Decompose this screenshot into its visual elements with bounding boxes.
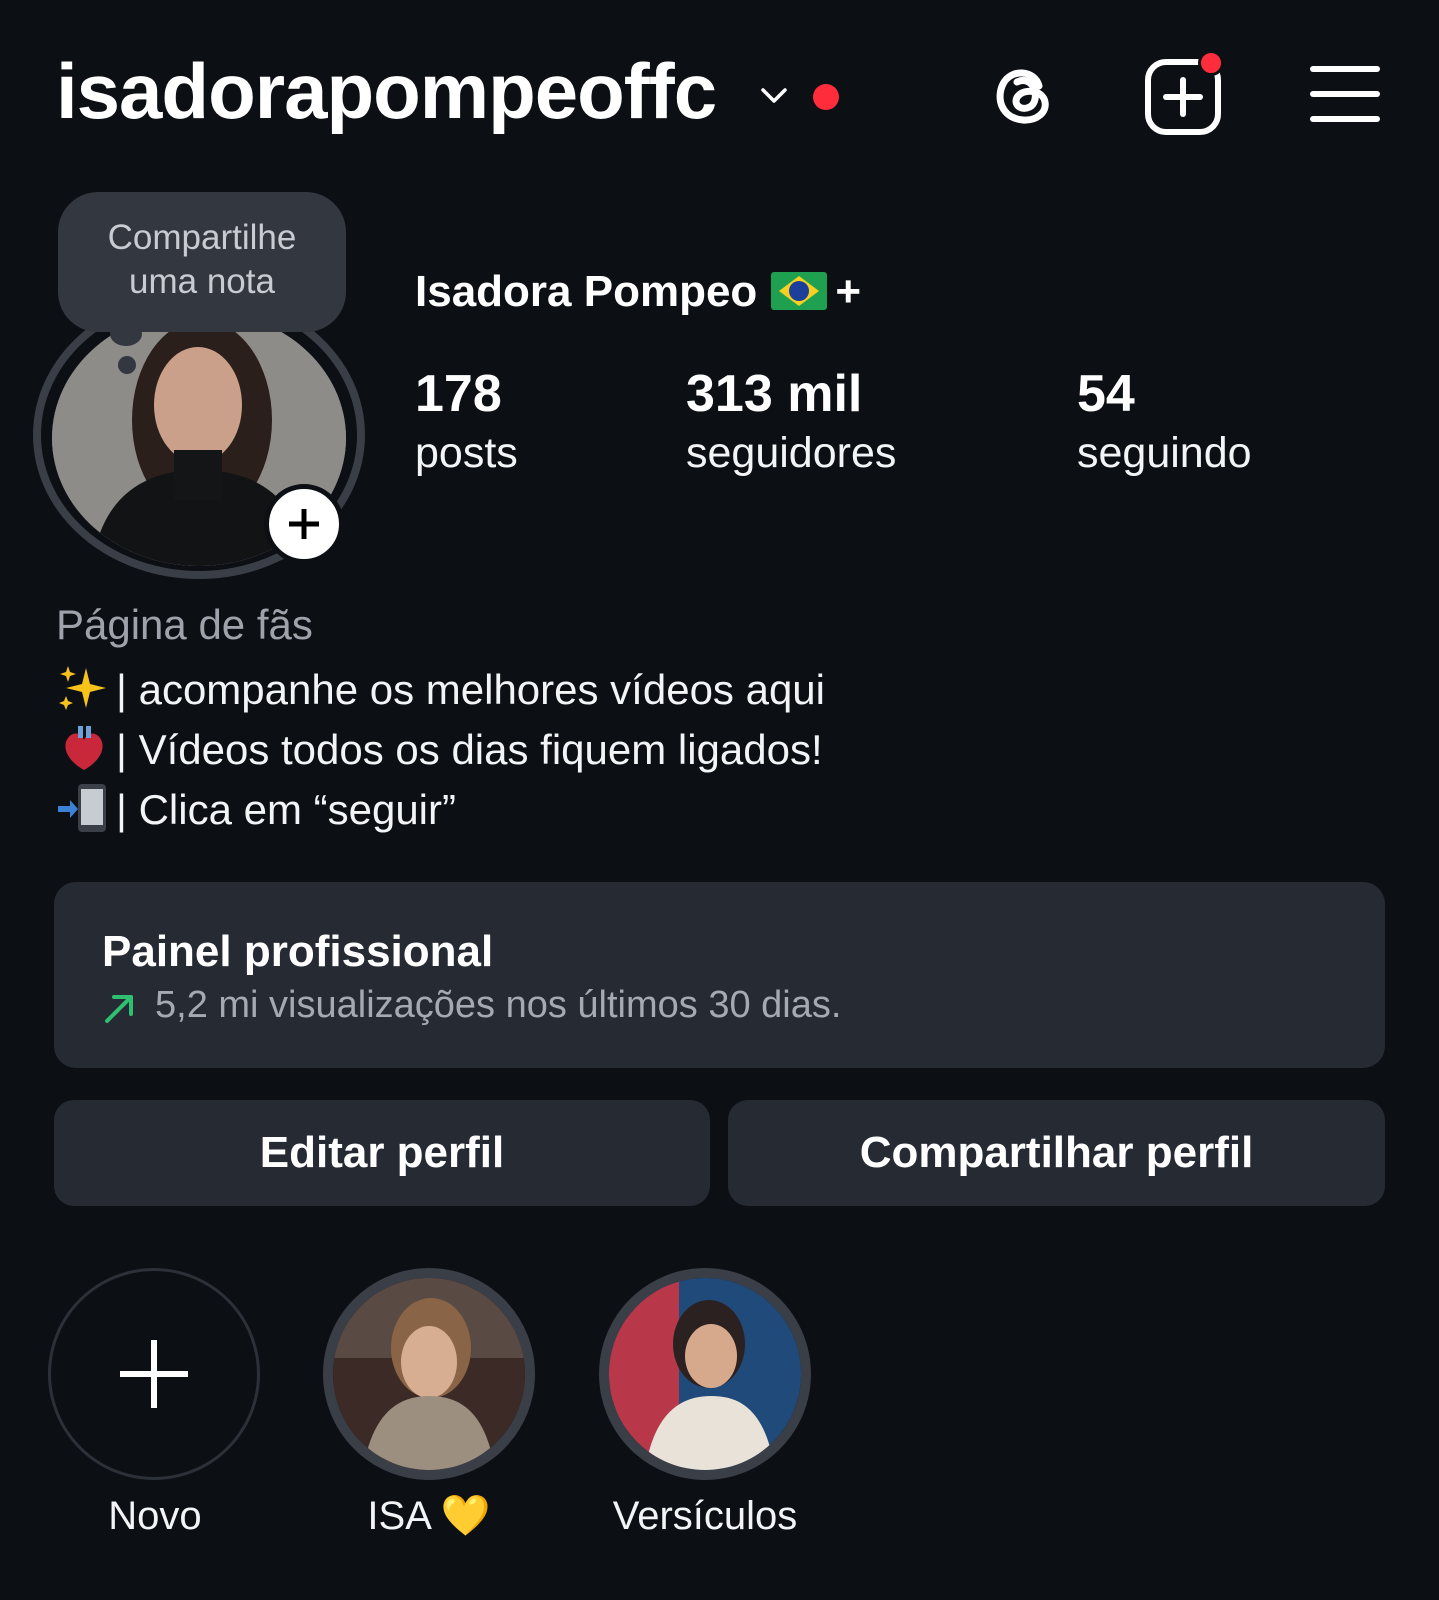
highlight-label-isa: ISA 💛 — [367, 1494, 491, 1538]
bio-line-1: | acompanhe os melhores vídeos aqui — [56, 664, 825, 712]
note-bubble-tail-dot — [118, 356, 136, 374]
bio-line-2-text: | Vídeos todos os dias fiquem ligados! — [116, 726, 823, 773]
anatomical-heart-icon — [65, 726, 103, 770]
brazil-flag-icon — [771, 272, 828, 310]
menu-icon[interactable] — [1310, 66, 1380, 122]
stat-following-value: 54 — [1077, 365, 1135, 423]
stat-followers[interactable]: 313 mil seguidores — [686, 368, 896, 475]
highlight-versiculos[interactable] — [599, 1268, 811, 1480]
stat-followers-label: seguidores — [686, 429, 897, 477]
note-bubble-tail — [110, 322, 142, 346]
new-highlight-button[interactable] — [48, 1268, 260, 1480]
mobile-phone-arrow-icon — [58, 784, 106, 832]
highlight-label-versiculos: Versículos — [612, 1494, 798, 1538]
stat-following[interactable]: 54 seguindo — [1077, 368, 1252, 475]
stat-posts-value: 178 — [415, 365, 502, 423]
add-story-button[interactable] — [264, 484, 344, 564]
threads-icon[interactable] — [985, 56, 1061, 132]
dashboard-title: Painel profissional — [102, 927, 494, 976]
note-line-2: uma nota — [129, 262, 275, 301]
note-bubble[interactable]: Compartilhe uma nota — [58, 192, 346, 332]
profile-display-name: Isadora Pompeo + — [415, 270, 861, 314]
dashboard-subtitle: 5,2 mi visualizações nos últimos 30 dias… — [155, 984, 842, 1026]
bio-line-2: | Vídeos todos os dias fiquem ligados! — [56, 724, 823, 772]
display-name-text: Isadora Pompeo — [415, 267, 758, 316]
stat-following-label: seguindo — [1077, 429, 1252, 477]
profile-username[interactable]: isadorapompeoffc — [56, 52, 717, 130]
note-line-1: Compartilhe — [107, 218, 297, 257]
bio-category: Página de fãs — [56, 601, 313, 648]
chevron-down-icon[interactable] — [758, 80, 790, 112]
new-post-notification-dot — [1198, 50, 1224, 76]
stat-posts[interactable]: 178 posts — [415, 368, 518, 475]
highlight-isa[interactable] — [323, 1268, 535, 1480]
notification-dot — [813, 84, 839, 110]
share-profile-button[interactable]: Compartilhar perfil — [728, 1100, 1385, 1206]
name-suffix: + — [835, 267, 862, 316]
bio-line-1-text: | acompanhe os melhores vídeos aqui — [116, 666, 825, 713]
stat-posts-label: posts — [415, 429, 518, 477]
sparkles-icon — [59, 666, 106, 710]
highlight-label-new: Novo — [108, 1494, 202, 1538]
stat-followers-value: 313 mil — [686, 365, 863, 423]
trend-up-arrow-icon — [105, 995, 133, 1023]
bio-line-3-text: | Clica em “seguir” — [116, 786, 456, 833]
bio-line-3: | Clica em “seguir” — [56, 784, 456, 832]
edit-profile-button[interactable]: Editar perfil — [54, 1100, 710, 1206]
